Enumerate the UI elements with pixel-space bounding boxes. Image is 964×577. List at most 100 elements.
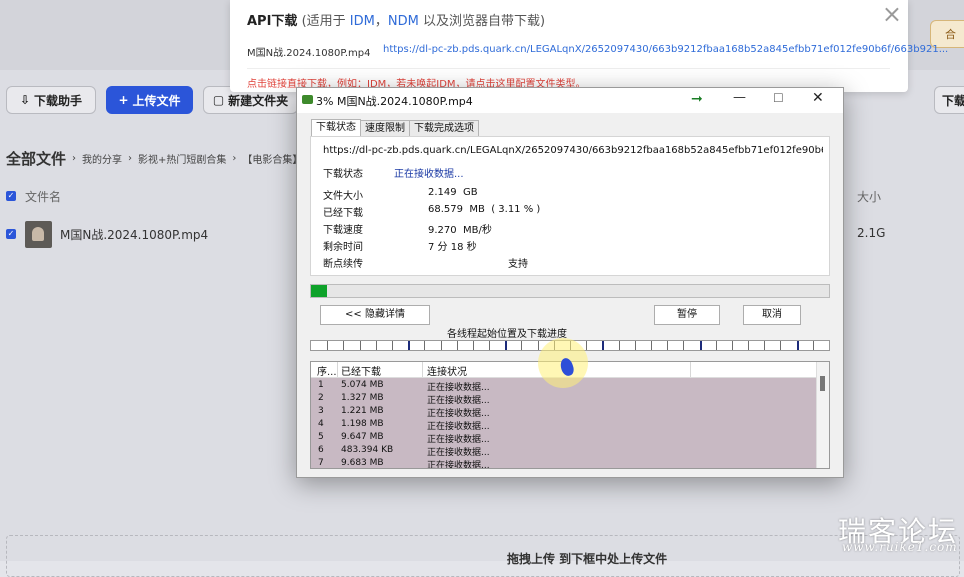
arrow-right-icon: ➞ — [691, 91, 703, 107]
segment-tick — [360, 341, 361, 350]
segment-tick — [473, 341, 474, 350]
segment-tick — [538, 341, 539, 350]
video-thumbnail — [25, 221, 52, 248]
breadcrumb-movies[interactable]: 【电影合集】 — [242, 151, 302, 166]
dropzone[interactable]: 拖拽上传 到下框中处上传文件 — [6, 535, 960, 577]
segment-tick — [813, 341, 814, 350]
segment-tick — [683, 341, 684, 350]
col-connection[interactable]: 连接状况 — [427, 363, 467, 378]
segment-tick — [441, 341, 442, 350]
status-panel: https://dl-pc-zb.pds.quark.cn/LEGALqnX/2… — [310, 136, 830, 276]
breadcrumb: 全部文件 › 我的分享 › 影视+热门短剧合集 › 【电影合集】 — [6, 148, 302, 169]
title-bar[interactable]: 3% M国N战.2024.1080P.mp4 ➞ — ☐ ✕ — [297, 88, 843, 113]
cancel-button[interactable]: 取消 — [743, 305, 801, 325]
breadcrumb-sep: › — [72, 153, 77, 164]
table-row[interactable]: 7 9.683 MB 正在接收数据... — [311, 458, 817, 468]
segment-tick — [619, 341, 620, 350]
segment-tick — [780, 341, 781, 350]
status-value: 正在接收数据... — [394, 169, 464, 180]
file-checkbox[interactable]: ✓ — [6, 229, 16, 239]
plus-icon: + — [118, 93, 129, 107]
segment-tick — [732, 341, 733, 350]
api-file-name: M国N战.2024.1080P.mp4 — [247, 48, 371, 59]
segment-tick — [748, 341, 749, 350]
thread-list-body: 1 5.074 MB 正在接收数据... 2 1.327 MB 正在接收数据... 31… — [311, 378, 817, 468]
segment-tick — [602, 341, 604, 350]
status-label: 下载状态 — [323, 169, 363, 180]
table-row[interactable]: 6 483.394 KB 正在接收数据... — [311, 445, 817, 458]
close-icon[interactable]: × — [882, 2, 902, 26]
segment-tick — [505, 341, 507, 350]
table-row[interactable]: 4 1.198 MB 正在接收数据... — [311, 419, 817, 432]
idm-download-dialog: 3% M国N战.2024.1080P.mp4 ➞ — ☐ ✕ 下载状态 速度限制… — [296, 87, 844, 478]
segment-tick — [700, 341, 702, 350]
breadcrumb-all-files[interactable]: 全部文件 — [6, 148, 66, 169]
segment-tick — [489, 341, 490, 350]
resume-label: 断点续传 — [323, 259, 363, 270]
upload-button[interactable]: + 上传文件 — [106, 86, 193, 114]
segment-tick — [424, 341, 425, 350]
file-name[interactable]: M国N战.2024.1080P.mp4 — [60, 226, 208, 243]
file-size: 2.1G — [857, 226, 886, 240]
breadcrumb-sep: › — [128, 153, 133, 164]
watermark-url: www.ruike1.com — [842, 540, 958, 554]
segment-tick — [635, 341, 636, 350]
table-row[interactable]: 3 1.221 MB 正在接收数据... — [311, 406, 817, 419]
segment-tick — [376, 341, 377, 350]
tab-speed-limit[interactable]: 速度限制 — [360, 120, 410, 136]
segment-tick — [327, 341, 328, 350]
segment-tick — [457, 341, 458, 350]
segment-tick — [586, 341, 587, 350]
pause-button[interactable]: 暂停 — [654, 305, 720, 325]
segments-label: 各线程起始位置及下载进度 — [447, 329, 567, 340]
tab-strip: 下载状态 速度限制 下载完成选项 — [311, 119, 479, 137]
vertical-scrollbar[interactable] — [816, 362, 829, 468]
idm-app-icon — [302, 95, 313, 104]
api-download-link[interactable]: https://dl-pc-zb.pds.quark.cn/LEGALqnX/2… — [383, 44, 948, 55]
breadcrumb-share[interactable]: 我的分享 — [82, 151, 122, 166]
breadcrumb-collection[interactable]: 影视+热门短剧合集 — [138, 151, 226, 166]
download-helper-button[interactable]: ⇩ 下载助手 — [6, 86, 96, 114]
column-name-header[interactable]: 文件名 — [25, 188, 61, 205]
divider — [247, 68, 890, 69]
download-progress-bar — [310, 284, 830, 298]
speed-value: 9.270 MB/秒 — [428, 225, 492, 236]
hide-details-button[interactable]: << 隐藏详情 — [320, 305, 430, 325]
segment-tick — [408, 341, 410, 350]
speed-label: 下载速度 — [323, 225, 363, 236]
table-row[interactable]: 5 9.647 MB 正在接收数据... — [311, 432, 817, 445]
close-icon[interactable]: ✕ — [812, 90, 824, 106]
download-icon: ⇩ — [19, 93, 31, 107]
right-download-button[interactable]: 下载 — [934, 86, 964, 114]
file-size-label: 文件大小 — [323, 191, 363, 202]
download-url: https://dl-pc-zb.pds.quark.cn/LEGALqnX/2… — [323, 145, 823, 156]
resume-value: 支持 — [508, 259, 528, 270]
time-left-label: 剩余时间 — [323, 242, 363, 253]
tab-download-status[interactable]: 下载状态 — [311, 119, 361, 137]
dialog-title: 3% M国N战.2024.1080P.mp4 — [316, 95, 473, 108]
breadcrumb-sep: › — [232, 153, 237, 164]
column-size-header[interactable]: 大小 — [857, 188, 881, 205]
segment-tick — [716, 341, 717, 350]
segment-tick — [667, 341, 668, 350]
select-all-checkbox[interactable]: ✓ — [6, 191, 16, 201]
api-download-popup: API下载 (适用于 IDM，NDM 以及浏览器自带下载) × M国N战.202… — [230, 0, 948, 92]
folder-icon: ▢ — [212, 93, 225, 107]
segment-tick — [764, 341, 765, 350]
segment-tick — [521, 341, 522, 350]
table-row[interactable]: 2 1.327 MB 正在接收数据... — [311, 393, 817, 406]
api-popup-title: API下载 (适用于 IDM，NDM 以及浏览器自带下载) — [247, 14, 546, 29]
segment-tick — [392, 341, 393, 350]
dropzone-text: 拖拽上传 到下框中处上传文件 — [507, 552, 668, 566]
tab-completion-options[interactable]: 下载完成选项 — [409, 120, 479, 136]
scrollbar-thumb[interactable] — [820, 376, 825, 391]
minimize-icon[interactable]: — — [733, 90, 746, 105]
time-left-value: 7 分 18 秒 — [428, 242, 477, 253]
segment-tick — [797, 341, 799, 350]
col-downloaded[interactable]: 已经下载 — [341, 363, 381, 378]
progress-fill — [311, 285, 328, 297]
maximize-icon[interactable]: ☐ — [773, 91, 784, 105]
segment-tick — [651, 341, 652, 350]
col-index[interactable]: 序... — [317, 363, 337, 378]
downloaded-label: 已经下载 — [323, 208, 363, 219]
